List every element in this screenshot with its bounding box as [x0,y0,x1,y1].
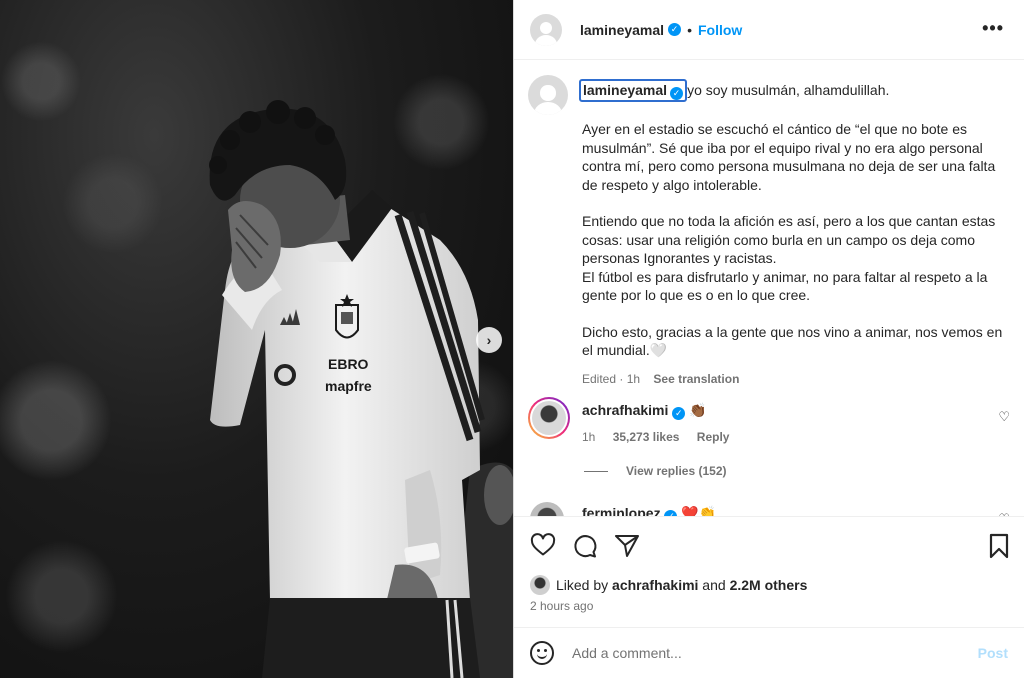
more-options-icon[interactable]: ••• [982,18,1004,39]
caption-first-line: lamineyamal ✓ yo soy musulmán, alhamdulill… [579,79,1007,102]
comment-meta: 1h 35,273 likes Reply [582,430,743,444]
comment-username[interactable]: ferminlopez [582,505,661,516]
comment-avatar-ring[interactable] [528,397,570,439]
comment-username[interactable]: achrafhakimi [582,402,668,418]
liked-by-prefix: Liked by [556,577,613,593]
post-photo[interactable]: EBRO mapfre › [0,0,513,678]
like-heart-icon[interactable] [530,533,556,557]
replies-line [584,470,608,472]
commenter-avatar[interactable] [530,502,564,516]
separator-dot: • [687,21,692,38]
liked-by-and: and [698,577,730,593]
next-photo-button[interactable]: › [476,327,502,353]
emoji-icon[interactable] [530,641,554,665]
follow-button[interactable]: Follow [698,22,742,38]
caption-paragraph-1: Ayer en el estadio se escuchó el cántico… [582,121,996,193]
comment-bubble-icon[interactable] [572,533,598,559]
view-replies-button[interactable]: View replies (152) [584,464,727,478]
post-panel: lamineyamal ✓ • Follow ••• lamineyamal ✓ y… [513,0,1024,678]
verified-badge-icon: ✓ [672,407,686,420]
liker-avatar[interactable] [530,575,550,595]
caption-avatar-wrap [528,75,568,115]
commenter-avatar [532,401,566,435]
reply-button[interactable]: Reply [697,430,730,444]
comment-text: 👏🏾 [689,402,707,418]
comment-time: 1h [582,430,596,444]
edited-time: Edited · 1h [582,371,641,386]
comment-text: ❤️👏 [681,505,717,516]
add-comment-bar: Post [514,627,1024,678]
sponsor-ebro-text: EBRO [328,356,369,372]
post-actions: Liked by achrafhakimi and 2.2M others 2 … [514,516,1024,640]
view-replies-label: View replies (152) [626,464,727,478]
share-paper-plane-icon[interactable] [614,533,640,559]
player-illustration: EBRO mapfre [209,100,513,678]
verified-badge-icon: ✓ [670,87,684,100]
post-timestamp[interactable]: 2 hours ago [530,599,593,613]
action-icons [530,533,1010,559]
sponsor-mapfre-text: mapfre [325,378,372,394]
post-header: lamineyamal ✓ • Follow ••• [514,0,1024,60]
liked-by: Liked by achrafhakimi and 2.2M others [530,575,807,595]
caption-first-text: yo soy musulmán, alhamdulillah. [687,82,890,98]
caption-avatar[interactable] [528,75,568,115]
author-avatar[interactable] [530,13,562,46]
comments-scroll-area[interactable]: lamineyamal ✓ yo soy musulmán, alhamdulill… [514,61,1024,516]
comment-input[interactable] [572,645,978,661]
caption-username[interactable]: lamineyamal [583,82,667,98]
see-translation-link[interactable]: See translation [653,372,739,386]
liked-by-user[interactable]: achrafhakimi [612,577,698,593]
caption-meta: Edited · 1h See translation [582,370,1007,389]
comment-like-heart-icon[interactable]: ♡ [998,409,1010,425]
comment-likes[interactable]: 35,273 likes [613,430,680,444]
verified-badge-icon: ✓ [668,23,682,36]
comment-1: achrafhakimi ✓ 👏🏾 1h 35,273 likes Reply [582,402,743,444]
caption-paragraph-3: Dicho esto, gracias a la gente que nos v… [582,323,1003,359]
chevron-right-icon: › [486,332,492,348]
comment-2: ferminlopez ✓ ❤️👏 [582,505,716,516]
save-bookmark-icon[interactable] [988,533,1010,559]
post-comment-button[interactable]: Post [978,645,1008,661]
author-username[interactable]: lamineyamal [580,22,664,38]
caption-paragraph-2: Entiendo que no toda la afición es así, … [582,213,996,303]
liked-by-others[interactable]: 2.2M others [730,577,808,593]
caption-username-link[interactable]: lamineyamal ✓ [579,79,688,102]
caption: lamineyamal ✓ yo soy musulmán, alhamdulill… [579,79,1007,389]
